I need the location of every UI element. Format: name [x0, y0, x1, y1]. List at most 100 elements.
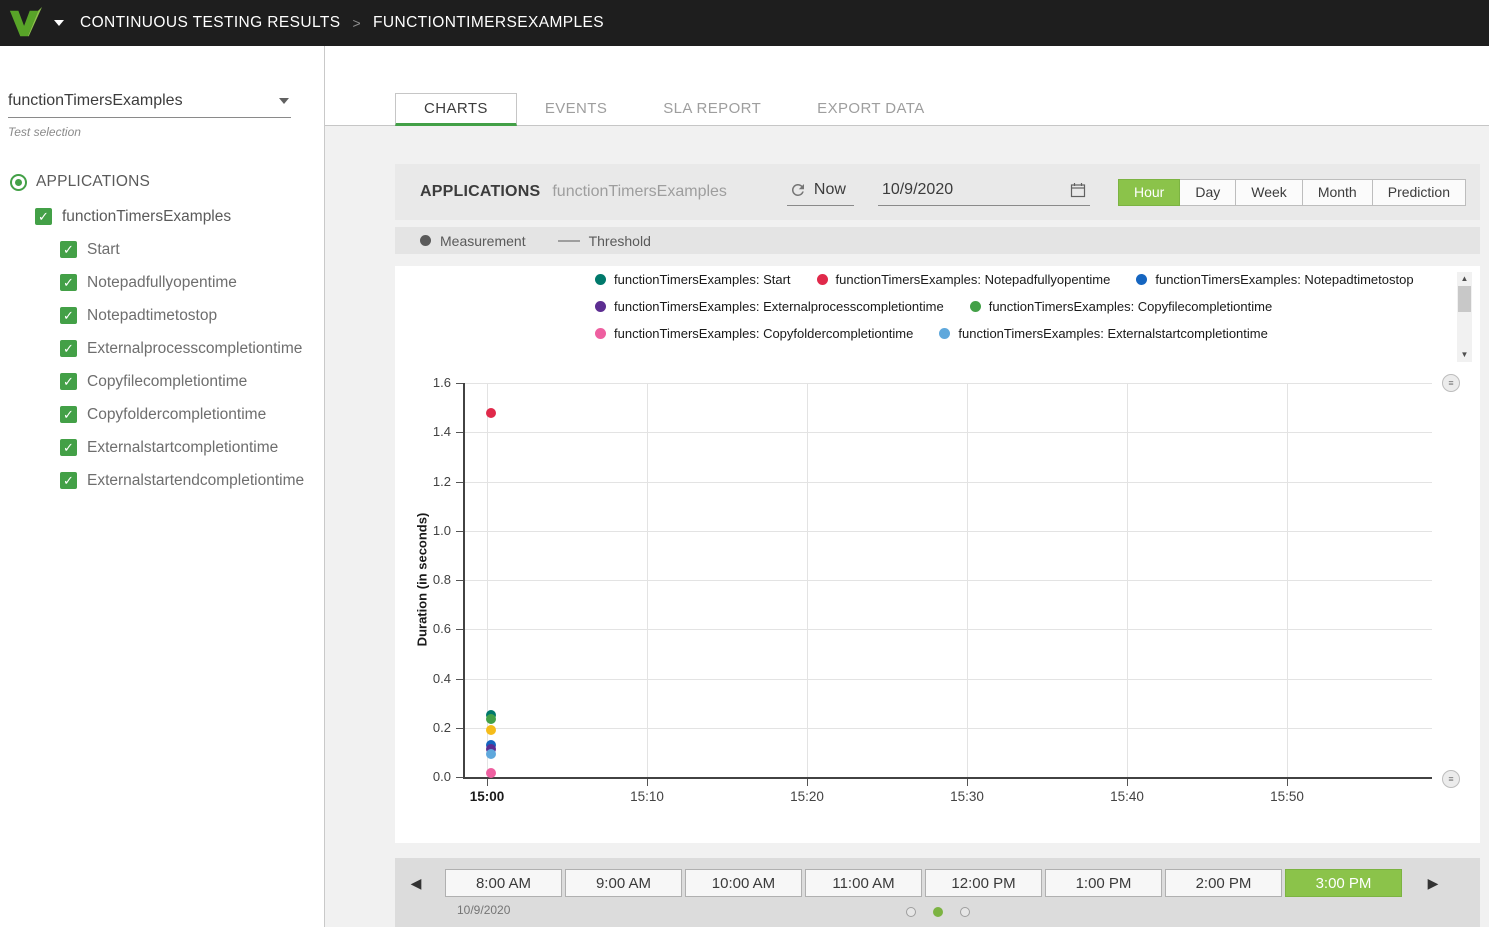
v-gridline	[807, 383, 808, 777]
now-label: Now	[814, 181, 846, 199]
tree-item-root[interactable]: ✓ functionTimersExamples	[0, 200, 324, 233]
y-tick-mark	[456, 432, 463, 433]
y-range-handle-bottom[interactable]: ≡	[1442, 770, 1460, 788]
legend-item-label: functionTimersExamples: Copyfilecompleti…	[989, 299, 1272, 314]
tree-item-externalprocesscompletiontime[interactable]: ✓ Externalprocesscompletiontime	[0, 332, 324, 365]
legend-item-functiontimersexamples-start[interactable]: functionTimersExamples: Start	[595, 266, 791, 293]
page-dot-3[interactable]	[960, 907, 970, 917]
timeslot-button-9-00-am[interactable]: 9:00 AM	[565, 869, 682, 897]
calendar-icon[interactable]	[1070, 182, 1086, 198]
checkbox-checked-icon[interactable]: ✓	[60, 373, 77, 390]
tree-item-label: Externalstartendcompletiontime	[87, 472, 304, 490]
range-button-month[interactable]: Month	[1302, 179, 1373, 206]
page-dot-1[interactable]	[906, 907, 916, 917]
tab-events[interactable]: EVENTS	[517, 92, 635, 125]
tree-item-label: Externalprocesscompletiontime	[87, 340, 302, 358]
tree-item-copyfoldercompletiontime[interactable]: ✓ Copyfoldercompletiontime	[0, 398, 324, 431]
v-gridline	[1127, 383, 1128, 777]
plot-area[interactable]: Duration (in seconds) 0.00.20.40.60.81.0…	[463, 383, 1432, 779]
main-layout: functionTimersExamples Test selection AP…	[0, 46, 1489, 927]
timeslot-button-2-00-pm[interactable]: 2:00 PM	[1165, 869, 1282, 897]
checkbox-checked-icon[interactable]: ✓	[60, 439, 77, 456]
legend-scrollbar[interactable]: ▲ ▼	[1457, 272, 1472, 362]
legend-item-functiontimersexamples-copyfilecompletiontime[interactable]: functionTimersExamples: Copyfilecompleti…	[970, 293, 1272, 320]
legend-dot-icon	[595, 301, 606, 312]
tree-item-label: Copyfilecompletiontime	[87, 373, 247, 391]
x-tick-mark	[1127, 779, 1128, 786]
timeslot-button-10-00-am[interactable]: 10:00 AM	[685, 869, 802, 897]
tree-item-copyfilecompletiontime[interactable]: ✓ Copyfilecompletiontime	[0, 365, 324, 398]
breadcrumb-root[interactable]: CONTINUOUS TESTING RESULTS	[80, 14, 340, 32]
app-switcher-caret-icon[interactable]	[54, 20, 64, 26]
range-button-week[interactable]: Week	[1235, 179, 1303, 206]
breadcrumb-current: FUNCTIONTIMERSEXAMPLES	[373, 14, 604, 32]
legend-item-label: functionTimersExamples: Start	[614, 272, 791, 287]
panel-subtitle: functionTimersExamples	[552, 183, 727, 201]
y-tick-mark	[456, 679, 463, 680]
range-button-hour[interactable]: Hour	[1118, 179, 1180, 206]
timeline-next-arrow[interactable]: ▶	[1418, 874, 1448, 893]
y-range-handle-top[interactable]: ≡	[1442, 374, 1460, 392]
checkbox-checked-icon[interactable]: ✓	[60, 307, 77, 324]
test-selection-dropdown[interactable]: functionTimersExamples	[8, 92, 291, 118]
range-button-prediction[interactable]: Prediction	[1372, 179, 1466, 206]
tree-item-start[interactable]: ✓Start	[0, 233, 324, 266]
y-tick-label: 1.2	[411, 474, 451, 489]
tree-item-externalstartendcompletiontime[interactable]: ✓ Externalstartendcompletiontime	[0, 464, 324, 497]
legend-item-functiontimersexamples-notepadfullyopentime[interactable]: functionTimersExamples: Notepadfullyopen…	[817, 266, 1111, 293]
legend-item-label: functionTimersExamples: Externalstartcom…	[958, 326, 1267, 341]
legend-item-functiontimersexamples-copyfoldercompletiontime[interactable]: functionTimersExamples: Copyfoldercomple…	[595, 320, 913, 347]
x-tick-label: 15:30	[937, 789, 997, 804]
scrollbar-thumb[interactable]	[1458, 286, 1471, 312]
scroll-down-icon[interactable]: ▼	[1457, 348, 1472, 362]
tree-item-externalstartcompletiontime[interactable]: ✓Externalstartcompletiontime	[0, 431, 324, 464]
legend-item-label: functionTimersExamples: Externalprocessc…	[614, 299, 944, 314]
chart-legend: functionTimersExamples: Start functionTim…	[595, 266, 1475, 348]
legend-dot-icon	[939, 328, 950, 339]
checkbox-checked-icon[interactable]: ✓	[60, 241, 77, 258]
legend-item-label: functionTimersExamples: Notepadfullyopen…	[836, 272, 1111, 287]
legend-item-functiontimersexamples-externalstartendcompletiontime[interactable]: functionTimersExamples: Externalstartend…	[595, 347, 945, 348]
date-input[interactable]: 10/9/2020	[878, 179, 1090, 206]
timeslot-button-3-00-pm[interactable]: 3:00 PM	[1285, 869, 1402, 897]
timeslot-button-1-00-pm[interactable]: 1:00 PM	[1045, 869, 1162, 897]
legend-item-functiontimersexamples-externalprocesscompletiontime[interactable]: functionTimersExamples: Externalprocessc…	[595, 293, 944, 320]
chevron-down-icon	[279, 98, 289, 104]
tree-item-label: Copyfoldercompletiontime	[87, 406, 266, 424]
timeline-prev-arrow[interactable]: ◀	[401, 874, 431, 893]
timeslot-button-12-00-pm[interactable]: 12:00 PM	[925, 869, 1042, 897]
sidebar: functionTimersExamples Test selection AP…	[0, 46, 325, 927]
tab-charts[interactable]: CHARTS	[395, 93, 517, 126]
y-tick-label: 0.8	[411, 572, 451, 587]
y-tick-label: 1.0	[411, 523, 451, 538]
scroll-up-icon[interactable]: ▲	[1457, 272, 1472, 286]
checkbox-checked-icon[interactable]: ✓	[60, 340, 77, 357]
tab-sla-report[interactable]: SLA REPORT	[635, 92, 789, 125]
tree-item-notepadfullyopentime[interactable]: ✓ Notepadfullyopentime	[0, 266, 324, 299]
tab-export-data[interactable]: EXPORT DATA	[789, 92, 952, 125]
legend-item-functiontimersexamples-externalstartcompletiontime[interactable]: functionTimersExamples: Externalstartcom…	[939, 320, 1267, 347]
main-content: CHARTSEVENTSSLA REPORTEXPORT DATA APPLIC…	[325, 46, 1489, 927]
range-button-day[interactable]: Day	[1179, 179, 1236, 206]
tree-item-notepadtimetostop[interactable]: ✓Notepadtimetostop	[0, 299, 324, 332]
timeslot-button-11-00-am[interactable]: 11:00 AM	[805, 869, 922, 897]
checkbox-checked-icon[interactable]: ✓	[60, 274, 77, 291]
timeline-footer: 10/9/2020	[395, 903, 1480, 917]
checkbox-checked-icon[interactable]: ✓	[60, 406, 77, 423]
app-logo-icon[interactable]	[8, 6, 42, 40]
data-point	[486, 749, 496, 759]
applications-section-toggle[interactable]: APPLICATIONS	[10, 173, 324, 191]
legend-item-functiontimersexamples-notepadtimetostop[interactable]: functionTimersExamples: Notepadtimetosto…	[1136, 266, 1413, 293]
checkbox-checked-icon[interactable]: ✓	[60, 472, 77, 489]
x-tick-label: 15:50	[1257, 789, 1317, 804]
test-selection-label: Test selection	[8, 125, 316, 139]
refresh-now-button[interactable]: Now	[787, 179, 854, 206]
page-dot-2[interactable]	[933, 907, 943, 917]
tree-item-label: Notepadfullyopentime	[87, 274, 237, 292]
y-tick-mark	[456, 383, 463, 384]
timeslot-button-8-00-am[interactable]: 8:00 AM	[445, 869, 562, 897]
checkbox-checked-icon[interactable]: ✓	[35, 208, 52, 225]
measurement-threshold-strip: Measurement Threshold	[395, 227, 1480, 254]
timeline-slots: 8:00 AM9:00 AM10:00 AM11:00 AM12:00 PM1:…	[445, 869, 1402, 897]
y-tick-label: 0.2	[411, 720, 451, 735]
